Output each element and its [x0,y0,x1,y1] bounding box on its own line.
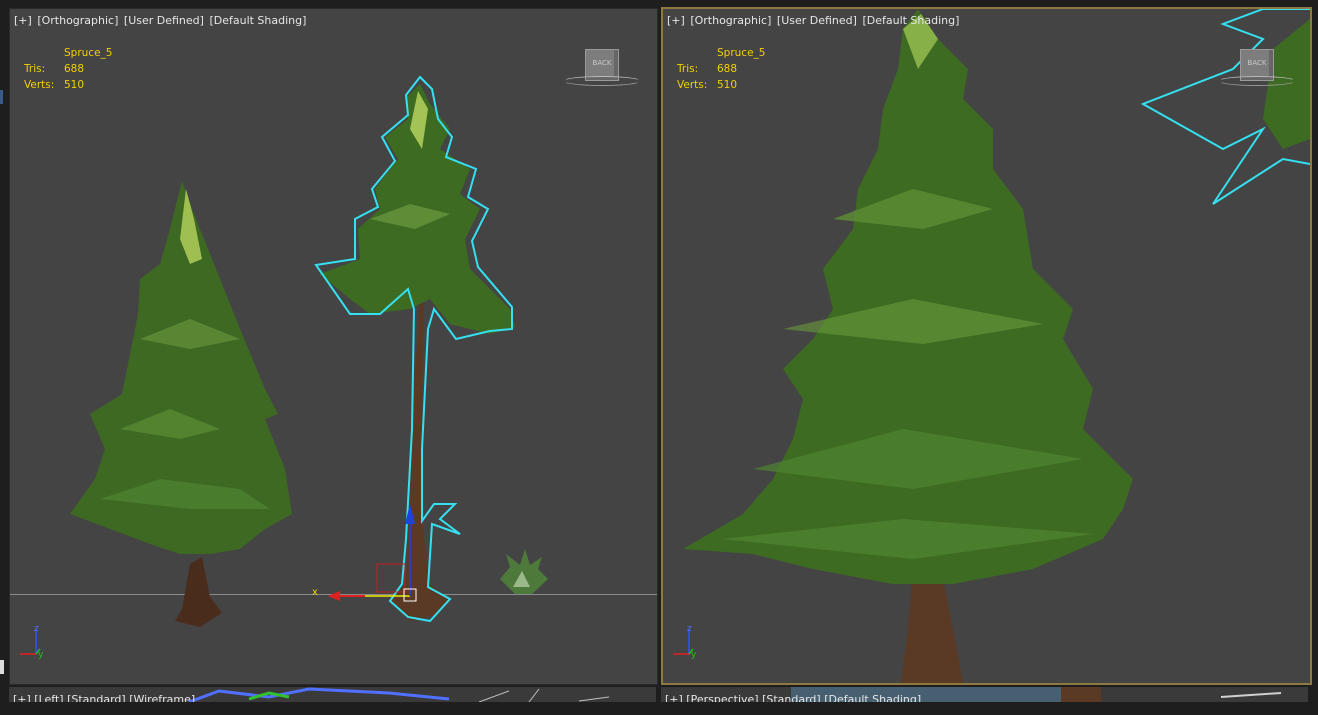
stats-object-name: Spruce_5 [717,47,766,59]
viewport-orthographic-left[interactable]: [+] [Orthographic] [User Defined] [Defau… [9,8,658,685]
scene-right: z y [673,9,1310,683]
spruce-tree-selected[interactable] [314,75,515,623]
stats-verts-label: Verts: [677,79,708,91]
viewport-camera-menu[interactable]: [User Defined] [777,14,857,27]
edge-panel-marker [0,90,3,104]
selected-tree-outline-partial[interactable] [1140,9,1310,205]
shrub[interactable] [500,549,548,594]
spruce-tree-left[interactable] [70,181,292,627]
viewcube-face-label: BACK [1247,59,1267,67]
viewport-left-wireframe[interactable]: [+] [Left] [Standard] [Wireframe] [9,687,656,702]
axis-tripod: z y [20,624,44,660]
viewport-shading-menu[interactable]: [Default Shading] [862,14,959,27]
edge-panel-marker [0,660,4,674]
axis-tripod: z y [673,624,697,660]
axis-y-label: y [38,650,44,660]
viewport-label[interactable]: [+] [Perspective] [Standard] [Default Sh… [665,693,921,702]
stats-tris-value: 688 [717,63,738,75]
axis-z-label: z [34,624,39,634]
stats-overlay: Spruce_5 Tris: 688 Verts: 510 [677,45,765,93]
viewport-menu-plus[interactable]: [+] [667,14,685,27]
stats-tris-label: Tris: [677,63,699,75]
viewport-label[interactable]: [+] [Left] [Standard] [Wireframe] [13,693,195,702]
viewcube-ring[interactable] [1218,76,1296,86]
stats-verts-value: 510 [717,79,738,91]
viewport-orthographic-right-active[interactable]: z y [+] [Orthographic] [User Defined] [D… [661,7,1312,685]
viewport-label[interactable]: [+] [Orthographic] [User Defined] [Defau… [667,14,961,27]
viewport-view-menu[interactable]: [Orthographic] [690,14,771,27]
gizmo-axis-x-label: x [312,587,318,598]
spruce-tree-closeup[interactable] [683,9,1133,683]
axis-z-label: z [687,624,692,634]
scene-left: x z y [20,75,548,660]
viewport-perspective[interactable]: [+] [Perspective] [Standard] [Default Sh… [661,687,1308,702]
axis-y-label: y [691,650,697,660]
viewcube[interactable]: BACK [1218,49,1296,91]
